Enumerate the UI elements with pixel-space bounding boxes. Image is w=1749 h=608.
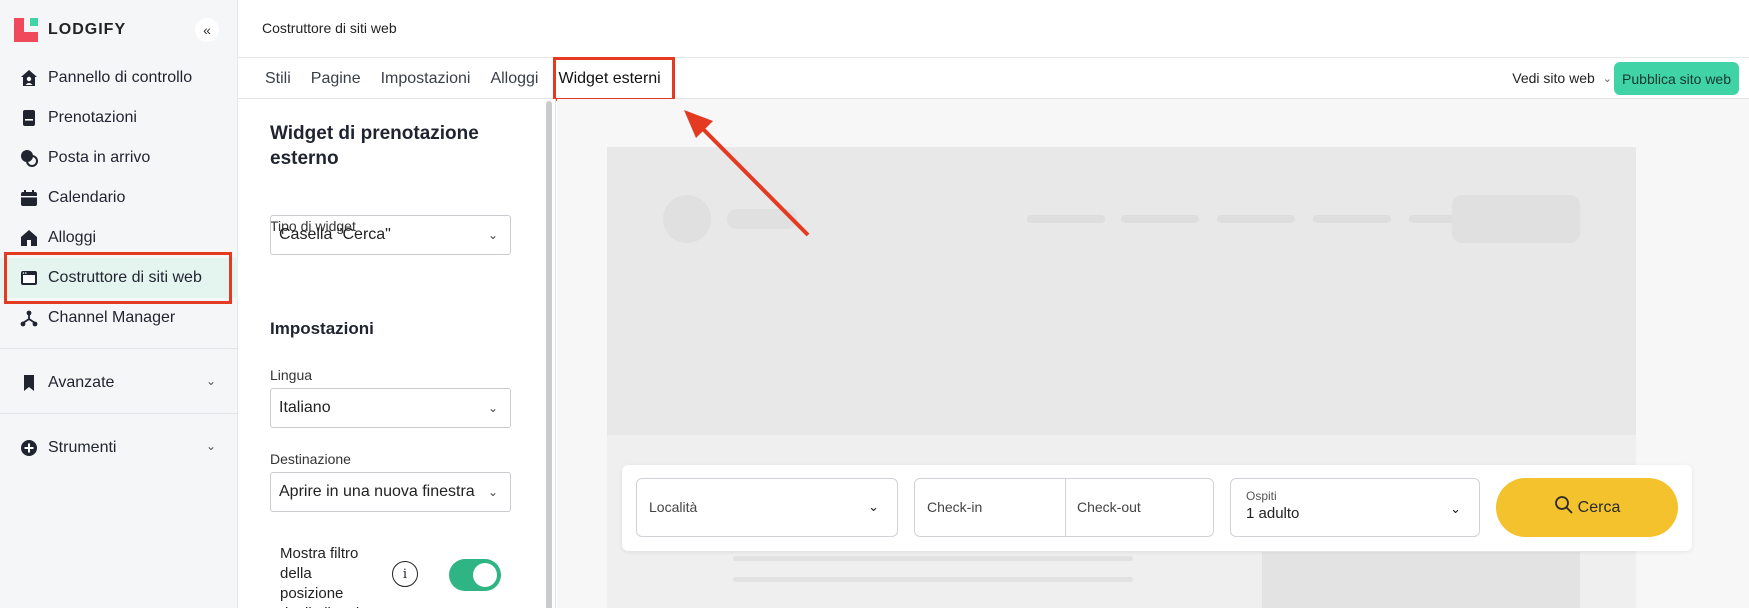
sidebar-item-website-builder[interactable]: Costruttore di siti web: [0, 258, 238, 298]
sidebar-item-channel-manager[interactable]: Channel Manager: [0, 298, 238, 338]
sidebar-item-label: Costruttore di siti web: [48, 269, 202, 286]
lodgify-logo-icon: [14, 18, 38, 42]
guests-label: Ospiti: [1246, 489, 1277, 503]
skeleton-button: [1452, 195, 1580, 243]
calendar-icon: [20, 189, 38, 207]
sidebar-nav: Pannello di controllo Prenotazioni Posta…: [0, 58, 238, 338]
destination-label: Destinazione: [270, 451, 351, 467]
skeleton-line: [1313, 215, 1391, 223]
panel-title: Widget di prenotazione esterno: [270, 123, 479, 169]
language-value: Italiano: [279, 399, 331, 416]
sidebar-item-dashboard[interactable]: Pannello di controllo: [0, 58, 238, 98]
chevron-down-icon: ⌄: [1602, 72, 1612, 85]
app: LODGIFY « Pannello di controllo Prenotaz…: [0, 0, 1749, 608]
divider: [0, 348, 238, 349]
collapse-sidebar-button[interactable]: «: [195, 18, 219, 42]
search-icon: [1554, 495, 1574, 520]
tab-styles[interactable]: Stili: [255, 58, 301, 99]
toggle-knob: [473, 563, 497, 587]
sidebar-item-label: Alloggi: [48, 229, 97, 246]
divider: [1065, 479, 1066, 536]
sidebar-item-bookings[interactable]: Prenotazioni: [0, 98, 238, 138]
divider: [0, 413, 238, 414]
house-icon: [20, 229, 38, 247]
view-site-label: Vedi sito web: [1512, 70, 1595, 86]
sidebar-item-inbox[interactable]: Posta in arrivo: [0, 138, 238, 178]
date-range-picker[interactable]: Check-in Check-out: [914, 478, 1214, 537]
language-label: Lingua: [270, 367, 313, 383]
search-label: Cerca: [1577, 498, 1621, 516]
checkin-field[interactable]: Check-in: [927, 499, 982, 515]
location-filter-toggle[interactable]: [449, 559, 501, 591]
language-select[interactable]: Italiano ⌄: [270, 388, 511, 428]
plus-circle-icon: [20, 439, 38, 457]
destination-value: Aprire in una nuova finestra: [279, 483, 475, 500]
skeleton-line: [733, 577, 1133, 582]
chat-icon: [20, 149, 38, 167]
location-label: Località: [649, 499, 698, 515]
checkout-field[interactable]: Check-out: [1077, 499, 1141, 515]
widget-type-value: Casella "Cerca": [279, 226, 391, 243]
publish-button[interactable]: Pubblica sito web: [1614, 62, 1739, 95]
destination-select[interactable]: Aprire in una nuova finestra ⌄: [270, 472, 511, 512]
guests-value: 1 adulto: [1246, 505, 1300, 522]
tab-pages[interactable]: Pagine: [301, 58, 371, 99]
sidebar-item-properties[interactable]: Alloggi: [0, 218, 238, 258]
sidebar-item-label: Prenotazioni: [48, 109, 137, 126]
double-chevron-left-icon: «: [203, 22, 211, 38]
sidebar-item-label: Pannello di controllo: [48, 69, 193, 86]
view-site-dropdown[interactable]: Vedi sito web ⌄: [1512, 70, 1612, 86]
chevron-down-icon: ⌄: [868, 499, 879, 514]
skeleton-line: [733, 556, 1133, 561]
location-select[interactable]: Località ⌄: [636, 478, 898, 537]
sidebar: LODGIFY « Pannello di controllo Prenotaz…: [0, 0, 238, 608]
chevron-down-icon: ⌄: [487, 485, 498, 499]
annotation-highlight-tab: [553, 57, 675, 101]
chevron-down-icon: ⌄: [205, 439, 216, 453]
skeleton-name: [727, 209, 797, 229]
sidebar-section-tools[interactable]: Strumenti ⌄: [0, 428, 238, 468]
chevron-down-icon: ⌄: [487, 228, 498, 242]
sidebar-section-label: Avanzate: [48, 374, 115, 391]
skeleton-line: [1217, 215, 1295, 223]
page-header: Costruttore di siti web: [238, 0, 1749, 58]
preview-hero-placeholder: [607, 147, 1636, 435]
skeleton-avatar: [663, 195, 711, 243]
guests-select[interactable]: Ospiti 1 adulto ⌄: [1230, 478, 1480, 537]
search-widget: Località ⌄ Check-in Check-out Ospiti 1 a…: [622, 465, 1692, 551]
network-icon: [20, 309, 38, 327]
search-button[interactable]: Cerca: [1496, 478, 1678, 537]
sidebar-item-calendar[interactable]: Calendario: [0, 178, 238, 218]
sidebar-section-advanced[interactable]: Avanzate ⌄: [0, 363, 238, 403]
home-user-icon: [20, 69, 38, 87]
settings-heading: Impostazioni: [270, 319, 374, 338]
browser-icon: [20, 269, 38, 287]
tab-properties[interactable]: Alloggi: [480, 58, 548, 99]
logo-text: LODGIFY: [48, 21, 127, 38]
location-filter-label: Mostra filtro della posizione degli allo…: [280, 545, 359, 608]
skeleton-line: [1027, 215, 1105, 223]
sidebar-section-label: Strumenti: [48, 439, 117, 456]
panel-scrollbar[interactable]: [546, 101, 552, 608]
sidebar-item-label: Posta in arrivo: [48, 149, 151, 166]
widget-type-select[interactable]: Casella "Cerca" ⌄: [270, 215, 511, 255]
bookmark-icon: [20, 374, 38, 392]
sidebar-item-label: Calendario: [48, 189, 126, 206]
info-icon[interactable]: i: [392, 561, 418, 587]
tabs-bar: Stili Pagine Impostazioni Alloggi Widget…: [238, 58, 1749, 99]
tab-settings[interactable]: Impostazioni: [371, 58, 481, 99]
chevron-down-icon: ⌄: [205, 374, 216, 388]
booking-icon: [20, 109, 38, 127]
logo[interactable]: LODGIFY: [14, 18, 126, 42]
sidebar-item-label: Channel Manager: [48, 309, 176, 326]
chevron-down-icon: ⌄: [487, 401, 498, 415]
skeleton-card: [1262, 552, 1580, 608]
chevron-down-icon: ⌄: [1450, 501, 1461, 516]
skeleton-line: [1121, 215, 1199, 223]
widget-settings-panel: Widget di prenotazione esterno Tipo di w…: [238, 99, 556, 608]
page-title: Costruttore di siti web: [262, 20, 397, 36]
